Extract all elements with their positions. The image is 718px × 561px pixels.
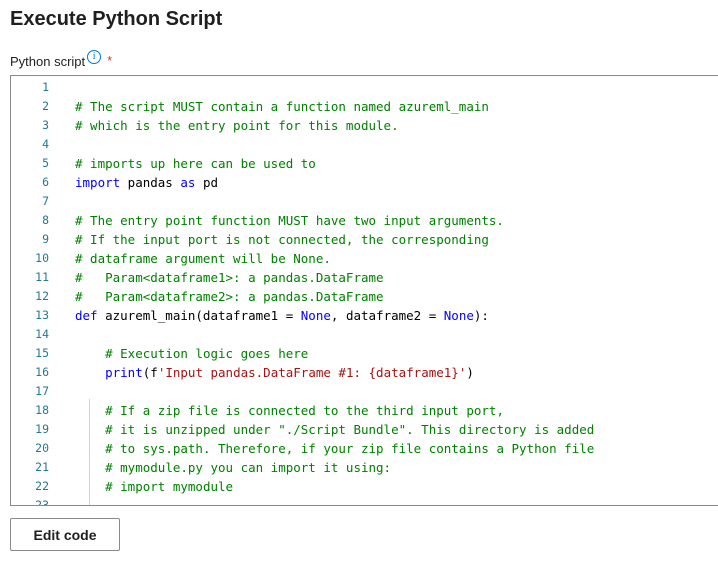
line-number: 18 (35, 403, 49, 417)
code-line[interactable]: # Param<dataframe1>: a pandas.DataFrame (75, 268, 384, 287)
line-number: 23 (35, 498, 49, 506)
line-number: 4 (42, 137, 49, 151)
code-line[interactable]: import pandas as pd (75, 173, 218, 192)
line-number: 11 (35, 270, 49, 284)
code-token: # Execution logic goes here (105, 346, 309, 361)
code-line[interactable]: # which is the entry point for this modu… (75, 116, 399, 135)
line-number: 12 (35, 289, 49, 303)
line-number: 8 (42, 213, 49, 227)
code-token: # If the input port is not connected, th… (75, 232, 489, 247)
line-number: 17 (35, 384, 49, 398)
code-token: as (180, 175, 196, 190)
line-number: 5 (42, 156, 49, 170)
code-editor[interactable]: 1 2 # The script MUST contain a function n… (10, 75, 718, 506)
code-line[interactable]: def azureml_main(dataframe1 = None, data… (75, 306, 489, 325)
code-token: # it is unzipped under "./Script Bundle"… (105, 422, 595, 437)
code-line[interactable]: # The script MUST contain a function nam… (75, 97, 489, 116)
code-token: pd (195, 175, 219, 190)
line-number: 3 (42, 118, 49, 132)
line-number: 2 (42, 99, 49, 113)
python-script-field-label: Python script i * (10, 50, 113, 70)
python-script-label: Python script (10, 53, 86, 69)
code-token: # imports up here can be used to (75, 156, 316, 171)
code-line[interactable]: # Execution logic goes here (75, 344, 308, 363)
code-line[interactable]: print(f'Input pandas.DataFrame #1: {data… (75, 363, 474, 382)
code-token: # Param<dataframe1>: a pandas.DataFrame (75, 270, 384, 285)
line-number: 10 (35, 251, 49, 265)
code-token: # If a zip file is connected to the thir… (105, 403, 504, 418)
line-number: 19 (35, 422, 49, 436)
code-token: azureml_main(dataframe1 = (97, 308, 301, 323)
code-line[interactable]: # dataframe argument will be None. (75, 249, 331, 268)
line-number: 22 (35, 479, 49, 493)
line-number: 16 (35, 365, 49, 379)
code-token: 'Input pandas.DataFrame #1: {dataframe1}… (157, 365, 467, 380)
code-token: # which is the entry point for this modu… (75, 118, 399, 133)
code-token: , dataframe2 = (330, 308, 444, 323)
code-line[interactable]: # it is unzipped under "./Script Bundle"… (75, 420, 594, 439)
line-number: 13 (35, 308, 49, 322)
code-token: (f (142, 365, 158, 380)
line-number: 6 (42, 175, 49, 189)
line-number: 1 (42, 80, 49, 94)
line-number: 14 (35, 327, 49, 341)
code-token: pandas (120, 175, 181, 190)
code-token: # dataframe argument will be None. (75, 251, 331, 266)
code-line[interactable]: # mymodule.py you can import it using: (75, 458, 391, 477)
code-line[interactable]: # to sys.path. Therefore, if your zip fi… (75, 439, 594, 458)
required-asterisk: * (107, 52, 113, 68)
code-token: # import mymodule (105, 479, 234, 494)
code-token: # to sys.path. Therefore, if your zip fi… (105, 441, 595, 456)
code-token: ): (473, 308, 489, 323)
code-token: def (75, 308, 98, 323)
code-line[interactable]: # import mymodule (75, 477, 233, 496)
code-token: # Param<dataframe2>: a pandas.DataFrame (75, 289, 384, 304)
code-token: ) (466, 365, 474, 380)
edit-code-button[interactable]: Edit code (10, 518, 120, 551)
code-line[interactable]: # If the input port is not connected, th… (75, 230, 489, 249)
code-line[interactable]: # If a zip file is connected to the thir… (75, 401, 504, 420)
code-line[interactable]: # The entry point function MUST have two… (75, 211, 504, 230)
line-number: 7 (42, 194, 49, 208)
code-token: # mymodule.py you can import it using: (105, 460, 392, 475)
line-number: 15 (35, 346, 49, 360)
line-number: 21 (35, 460, 49, 474)
code-token: # The entry point function MUST have two… (75, 213, 504, 228)
code-token: None (300, 308, 331, 323)
code-line[interactable]: # Param<dataframe2>: a pandas.DataFrame (75, 287, 384, 306)
code-token: None (443, 308, 474, 323)
line-number: 20 (35, 441, 49, 455)
page-title: Execute Python Script (10, 8, 223, 30)
line-number: 9 (42, 232, 49, 246)
code-line[interactable]: # imports up here can be used to (75, 154, 316, 173)
info-icon[interactable]: i (87, 50, 102, 64)
code-token: # The script MUST contain a function nam… (75, 99, 489, 114)
code-token: import (75, 175, 121, 190)
code-token: print (105, 365, 143, 380)
